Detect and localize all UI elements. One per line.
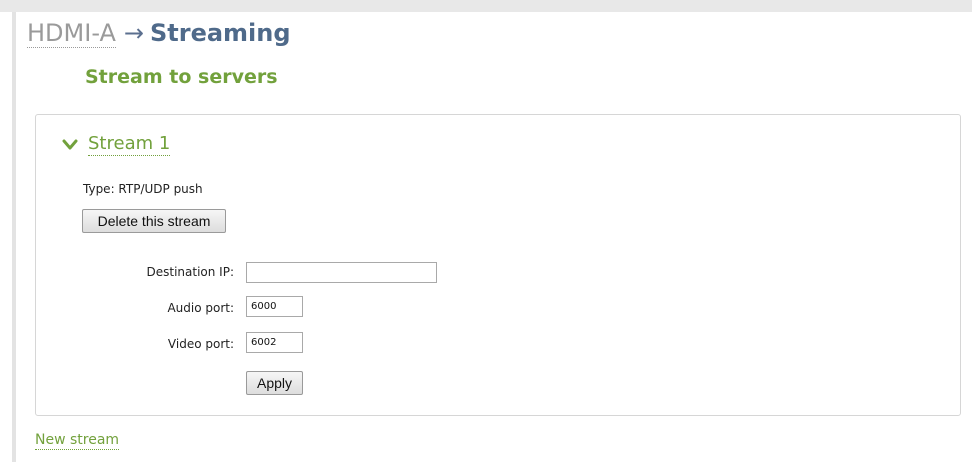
page-header: HDMI-A → Streaming <box>27 17 291 49</box>
apply-button[interactable]: Apply <box>246 371 303 395</box>
left-rule <box>12 12 16 462</box>
breadcrumb-hdmi-a[interactable]: HDMI-A <box>27 19 116 48</box>
top-strip <box>0 0 972 12</box>
video-port-field[interactable] <box>246 332 303 353</box>
chevron-down-icon[interactable] <box>62 139 78 151</box>
stream-type: Type: RTP/UDP push <box>83 182 203 196</box>
destination-ip-label: Destination IP: <box>146 265 235 279</box>
destination-ip-field[interactable] <box>246 262 437 283</box>
stream-header[interactable]: Stream 1 <box>62 133 171 156</box>
video-port-label: Video port: <box>167 337 234 351</box>
page-title: Streaming <box>149 19 291 47</box>
breadcrumb-separator: → <box>123 19 144 47</box>
new-stream-link[interactable]: New stream <box>35 431 120 450</box>
section-title: Stream to servers <box>85 66 278 88</box>
audio-port-field[interactable] <box>246 296 303 317</box>
stream-name-link[interactable]: Stream 1 <box>88 133 171 156</box>
delete-stream-button[interactable]: Delete this stream <box>82 209 226 233</box>
audio-port-label: Audio port: <box>167 301 234 315</box>
